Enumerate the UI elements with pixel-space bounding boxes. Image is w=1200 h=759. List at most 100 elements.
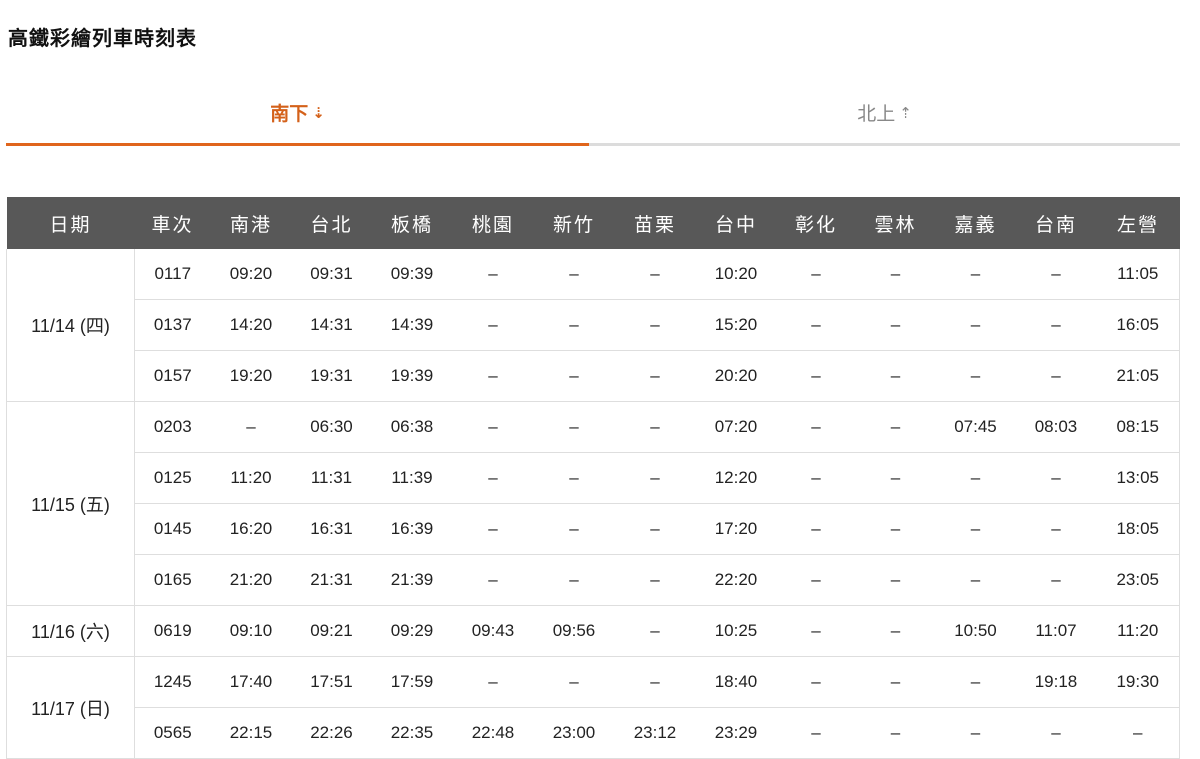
- time-cell: –: [452, 401, 534, 453]
- time-cell: 11:07: [1015, 605, 1097, 657]
- time-cell: 22:48: [452, 707, 534, 759]
- table-row: 0565 22:15 22:26 22:35 22:48 23:00 23:12 23:29–…: [7, 707, 1180, 759]
- time-cell: 21:20: [210, 554, 292, 606]
- time-cell: 23:00: [533, 707, 615, 759]
- direction-tabs: 南下 ⇣ 北上 ⇡: [6, 82, 1180, 146]
- column-header: 台中: [695, 197, 777, 249]
- time-cell: –: [855, 554, 936, 606]
- time-cell: –: [1015, 554, 1097, 606]
- time-cell: 23:05: [1096, 554, 1180, 606]
- time-cell: –: [855, 605, 936, 657]
- time-cell: 19:30: [1096, 656, 1180, 708]
- table-row: 11/14 (四) 0117 09:20 09:31 09:39– – –10:20– – – –…: [6, 249, 1180, 402]
- time-cell: –: [533, 503, 615, 555]
- time-cell: 23:29: [695, 707, 777, 759]
- date-cell: 11/17 (日): [6, 656, 135, 759]
- train-number-cell: 0117: [134, 249, 211, 300]
- time-cell: –: [210, 401, 292, 453]
- time-cell: 17:20: [695, 503, 777, 555]
- time-cell: 09:21: [291, 605, 372, 657]
- time-cell: –: [776, 401, 856, 453]
- time-cell: –: [1015, 299, 1097, 351]
- train-number-cell: 0157: [134, 350, 211, 402]
- time-cell: –: [855, 503, 936, 555]
- time-cell: 10:25: [695, 605, 777, 657]
- time-cell: 17:59: [371, 656, 453, 708]
- column-header: 板橋: [371, 197, 453, 249]
- time-cell: –: [776, 503, 856, 555]
- column-header: 苗栗: [614, 197, 696, 249]
- table-row: 0125 11:20 11:31 11:39– – –12:20– – – –13:05: [7, 452, 1180, 504]
- time-cell: 07:45: [935, 401, 1016, 453]
- tab-southbound[interactable]: 南下 ⇣: [6, 82, 589, 146]
- time-cell: –: [776, 656, 856, 708]
- time-cell: 19:39: [371, 350, 453, 402]
- time-cell: –: [935, 452, 1016, 504]
- time-cell: –: [776, 249, 856, 300]
- time-cell: 11:05: [1096, 249, 1180, 300]
- time-cell: 19:20: [210, 350, 292, 402]
- time-cell: –: [935, 656, 1016, 708]
- time-cell: –: [533, 299, 615, 351]
- time-cell: 17:40: [210, 656, 292, 708]
- time-cell: 13:05: [1096, 452, 1180, 504]
- time-cell: 14:31: [291, 299, 372, 351]
- tab-southbound-label: 南下: [270, 103, 309, 125]
- time-cell: –: [533, 350, 615, 402]
- time-cell: 16:05: [1096, 299, 1180, 351]
- time-cell: 21:05: [1096, 350, 1180, 402]
- time-cell: 07:20: [695, 401, 777, 453]
- arrow-down-icon: ⇣: [312, 103, 325, 122]
- column-header: 桃園: [452, 197, 534, 249]
- time-cell: 15:20: [695, 299, 777, 351]
- time-cell: 09:20: [210, 249, 292, 300]
- train-number-cell: 0165: [134, 554, 211, 606]
- tab-northbound[interactable]: 北上 ⇡: [589, 82, 1180, 146]
- time-cell: 10:20: [695, 249, 777, 300]
- time-cell: –: [1015, 350, 1097, 402]
- page-title: 高鐵彩繪列車時刻表: [8, 26, 197, 50]
- time-cell: 18:05: [1096, 503, 1180, 555]
- time-cell: –: [855, 401, 936, 453]
- time-cell: 09:39: [371, 249, 453, 300]
- time-cell: –: [935, 554, 1016, 606]
- column-header: 南港: [210, 197, 292, 249]
- time-cell: –: [533, 452, 615, 504]
- column-header: 車次: [134, 197, 211, 249]
- table-row: 0165 21:20 21:31 21:39– – –22:20– – – –23:05: [7, 554, 1180, 606]
- time-cell: 06:30: [291, 401, 372, 453]
- time-cell: 22:20: [695, 554, 777, 606]
- time-cell: –: [776, 605, 856, 657]
- time-cell: 09:56: [533, 605, 615, 657]
- time-cell: 11:31: [291, 452, 372, 504]
- time-cell: –: [776, 350, 856, 402]
- time-cell: –: [533, 401, 615, 453]
- time-cell: –: [614, 503, 696, 555]
- time-cell: –: [452, 656, 534, 708]
- time-cell: 14:39: [371, 299, 453, 351]
- time-cell: –: [1015, 452, 1097, 504]
- table-row: 11/15 (五) 0203–06:30 06:38– – –07:20– –07:45 0…: [6, 401, 1180, 606]
- time-cell: –: [1015, 503, 1097, 555]
- time-cell: –: [452, 452, 534, 504]
- time-cell: 21:31: [291, 554, 372, 606]
- table-row: 0137 14:20 14:31 14:39– – –15:20– – – –16:05: [7, 299, 1180, 351]
- time-cell: 09:10: [210, 605, 292, 657]
- column-header: 新竹: [533, 197, 615, 249]
- train-number-cell: 1245: [134, 656, 211, 708]
- time-cell: 10:50: [935, 605, 1016, 657]
- time-cell: 17:51: [291, 656, 372, 708]
- time-cell: 19:18: [1015, 656, 1097, 708]
- table-row: 0157 19:20 19:31 19:39– – –20:20– – – –21:05: [7, 350, 1180, 402]
- table-body: 11/14 (四) 0117 09:20 09:31 09:39– – –10:20– – – –…: [6, 249, 1180, 759]
- time-cell: –: [452, 350, 534, 402]
- time-cell: –: [614, 554, 696, 606]
- time-cell: –: [533, 656, 615, 708]
- time-cell: –: [855, 707, 936, 759]
- time-cell: –: [855, 656, 936, 708]
- time-cell: 09:43: [452, 605, 534, 657]
- date-cell: 11/14 (四): [6, 249, 135, 402]
- time-cell: –: [614, 401, 696, 453]
- column-header: 彰化: [776, 197, 856, 249]
- timetable: 日期 車次 南港 台北 板橋 桃園 新竹 苗栗 台中 彰化 雲林 嘉義 台南 左營 11/14 (四) 01…: [6, 197, 1180, 759]
